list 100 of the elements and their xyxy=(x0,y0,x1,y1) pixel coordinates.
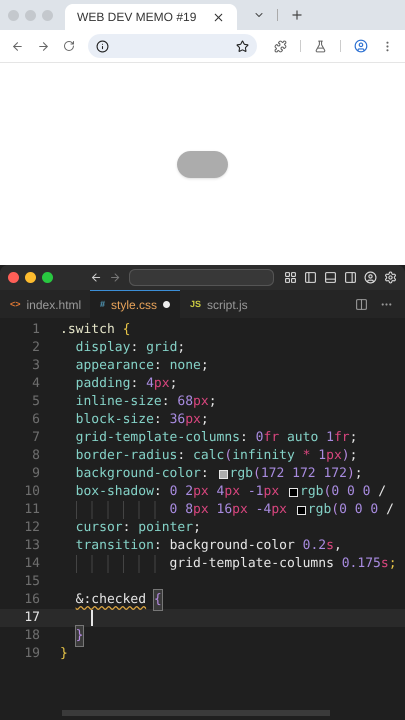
layout-icon[interactable] xyxy=(284,271,298,284)
back-icon[interactable] xyxy=(11,40,24,52)
profile-icon[interactable] xyxy=(354,39,368,53)
code-token: ; xyxy=(388,555,397,574)
code-token: / xyxy=(378,483,386,502)
address-bar[interactable] xyxy=(88,34,258,58)
code-token: calc xyxy=(193,447,224,466)
forward-icon[interactable] xyxy=(36,40,50,52)
code-token: 36 xyxy=(170,411,186,430)
line-number: 9 xyxy=(31,465,41,484)
code-token: transition xyxy=(76,537,154,556)
color-swatch[interactable] xyxy=(289,488,298,496)
maximize-window-icon[interactable] xyxy=(42,272,53,283)
code-token: px xyxy=(193,501,209,520)
code-token: px xyxy=(224,483,240,502)
code-token: ) xyxy=(342,447,350,466)
file-tab[interactable]: <> index.html xyxy=(0,290,90,318)
code-token: px xyxy=(232,501,248,520)
code-token: rgb xyxy=(230,465,254,484)
line-number: 3 xyxy=(31,357,41,376)
reload-icon[interactable] xyxy=(62,40,75,52)
code-token: padding xyxy=(76,375,130,394)
line-number: 7 xyxy=(31,429,41,448)
back-icon[interactable] xyxy=(90,271,102,284)
code-token: -1 xyxy=(246,483,264,502)
code-token: * xyxy=(302,447,310,466)
split-editor-icon[interactable] xyxy=(355,298,368,310)
code-token: s xyxy=(326,537,334,556)
code-token: rgb xyxy=(300,483,324,502)
code-token: ( xyxy=(224,447,232,466)
code-token: 0.175 xyxy=(342,555,381,574)
line-number: 16 xyxy=(23,591,41,610)
panel-left-icon[interactable] xyxy=(304,271,318,284)
code-token: { xyxy=(122,321,130,340)
code-token: ; xyxy=(350,447,358,466)
code-token: : xyxy=(200,465,210,484)
code-token: : xyxy=(154,483,163,502)
line-number: 1 xyxy=(31,321,41,340)
panel-right-icon[interactable] xyxy=(344,271,358,284)
code-token: block-size xyxy=(76,411,154,430)
line-number: 12 xyxy=(23,519,41,538)
close-window-icon[interactable] xyxy=(8,272,19,283)
code-token: : xyxy=(162,393,171,412)
close-icon[interactable] xyxy=(212,10,225,24)
code-token: infinity xyxy=(232,447,296,466)
line-number: 17 xyxy=(23,609,41,628)
code-token: ; xyxy=(200,357,209,376)
code-token: box-shadow xyxy=(76,483,154,502)
code-token: border-radius xyxy=(76,447,178,466)
file-tab[interactable]: JS script.js xyxy=(180,290,270,318)
code-token: px xyxy=(271,501,288,520)
panel-bottom-icon[interactable] xyxy=(324,271,338,284)
code-token: 0 2 xyxy=(170,483,194,502)
code-token: ) xyxy=(346,465,355,484)
file-type-label: # xyxy=(100,298,106,311)
code-token: background-color xyxy=(76,465,201,484)
line-number: 15 xyxy=(23,573,41,592)
info-icon[interactable] xyxy=(96,40,109,52)
line-number: 14 xyxy=(23,555,41,574)
code-token: , xyxy=(334,537,342,556)
code-token: ; xyxy=(354,465,363,484)
code-token: -4 xyxy=(254,501,272,520)
flask-icon[interactable] xyxy=(314,40,328,52)
minimize-window-icon[interactable] xyxy=(25,272,36,283)
code-token: grid-template-columns xyxy=(76,429,240,448)
line-number: 4 xyxy=(31,375,41,394)
code-token: ( xyxy=(323,483,332,502)
settings-icon[interactable] xyxy=(384,271,398,284)
new-tab-icon[interactable] xyxy=(290,8,304,22)
code-token: : xyxy=(130,339,140,358)
line-number: 2 xyxy=(31,339,41,358)
code-token: inline-size xyxy=(76,393,162,412)
code-token: grid-template-columns xyxy=(170,555,335,574)
color-swatch[interactable] xyxy=(218,470,228,478)
code-token: 4 xyxy=(146,375,154,394)
code-token: cursor xyxy=(76,519,123,538)
code-token: ; xyxy=(170,375,178,394)
code-token: .switch xyxy=(60,321,116,340)
code-token: auto xyxy=(286,429,320,448)
code-token: ; xyxy=(208,393,217,412)
browser-tab[interactable]: WEB DEV MEMO #19 xyxy=(65,4,237,30)
puzzle-icon[interactable] xyxy=(274,40,288,52)
code-token: / xyxy=(386,501,394,520)
code-token: ; xyxy=(177,339,186,358)
file-tab[interactable]: # style.css xyxy=(90,290,180,318)
code-token: 16 xyxy=(216,501,232,520)
code-token: 0 xyxy=(256,429,264,448)
file-tab-label: index.html xyxy=(26,296,82,314)
code-token: 68 xyxy=(177,393,194,412)
scrollbar[interactable] xyxy=(62,710,330,716)
code-token: pointer xyxy=(138,519,194,538)
code-token: 0.2 xyxy=(302,537,326,556)
forward-icon[interactable] xyxy=(109,271,122,284)
toggle-switch[interactable] xyxy=(177,150,228,178)
account-icon[interactable] xyxy=(364,271,378,284)
color-swatch[interactable] xyxy=(296,506,306,514)
star-icon[interactable] xyxy=(236,40,250,52)
file-tab-label: style.css xyxy=(111,296,158,314)
code-token: ( xyxy=(253,465,261,484)
code-token: rgb xyxy=(308,501,332,520)
